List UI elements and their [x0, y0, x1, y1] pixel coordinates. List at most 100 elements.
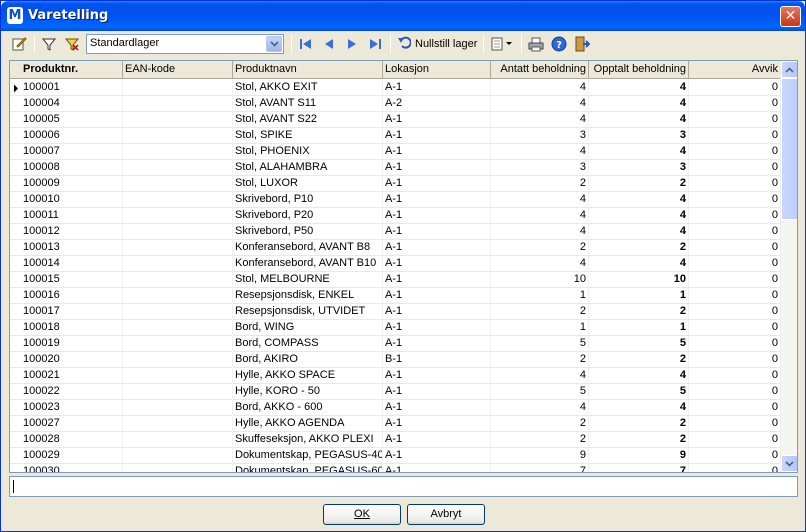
cell-ean[interactable]	[123, 464, 233, 472]
cell-deviation[interactable]: 0	[689, 176, 781, 192]
cell-product-no[interactable]: 100018	[21, 320, 123, 336]
cell-deviation[interactable]: 0	[689, 448, 781, 464]
cell-product-no[interactable]: 100020	[21, 352, 123, 368]
cell-ean[interactable]	[123, 288, 233, 304]
cell-location[interactable]: A-1	[383, 464, 491, 472]
warehouse-select[interactable]: Standardlager	[86, 33, 284, 54]
cell-counted-stock[interactable]: 5	[589, 384, 689, 400]
cell-location[interactable]: A-1	[383, 80, 491, 96]
cell-product-name[interactable]: Dokumentskap, PEGASUS-40	[233, 448, 383, 464]
cell-expected-stock[interactable]: 3	[491, 160, 589, 176]
first-record-icon[interactable]	[295, 33, 317, 55]
cell-expected-stock[interactable]: 2	[491, 240, 589, 256]
cell-deviation[interactable]: 0	[689, 336, 781, 352]
cell-deviation[interactable]: 0	[689, 144, 781, 160]
cell-deviation[interactable]: 0	[689, 352, 781, 368]
cell-location[interactable]: A-1	[383, 240, 491, 256]
close-button[interactable]: ✕	[780, 6, 801, 27]
cell-product-no[interactable]: 100023	[21, 400, 123, 416]
cell-expected-stock[interactable]: 9	[491, 448, 589, 464]
cell-counted-stock[interactable]: 5	[589, 336, 689, 352]
cell-ean[interactable]	[123, 96, 233, 112]
cell-ean[interactable]	[123, 240, 233, 256]
cell-deviation[interactable]: 0	[689, 208, 781, 224]
cell-ean[interactable]	[123, 192, 233, 208]
cell-expected-stock[interactable]: 4	[491, 208, 589, 224]
cell-product-name[interactable]: Stol, AVANT S11	[233, 96, 383, 112]
cell-deviation[interactable]: 0	[689, 368, 781, 384]
cell-product-name[interactable]: Hylle, KORO - 50	[233, 384, 383, 400]
cell-location[interactable]: A-1	[383, 112, 491, 128]
cell-counted-stock[interactable]: 4	[589, 208, 689, 224]
table-row[interactable]: 100006 Stol, SPIKE A-1 3 3 0	[10, 128, 781, 144]
table-row[interactable]: 100021 Hylle, AKKO SPACE A-1 4 4 0	[10, 368, 781, 384]
cell-product-name[interactable]: Stol, ALAHAMBRA	[233, 160, 383, 176]
cell-deviation[interactable]: 0	[689, 288, 781, 304]
cell-ean[interactable]	[123, 224, 233, 240]
cell-product-no[interactable]: 100021	[21, 368, 123, 384]
cell-location[interactable]: A-1	[383, 400, 491, 416]
cell-counted-stock[interactable]: 3	[589, 128, 689, 144]
cell-location[interactable]: A-1	[383, 368, 491, 384]
cell-counted-stock[interactable]: 10	[589, 272, 689, 288]
cell-ean[interactable]	[123, 320, 233, 336]
cell-location[interactable]: A-1	[383, 144, 491, 160]
next-record-icon[interactable]	[341, 33, 363, 55]
cell-counted-stock[interactable]: 4	[589, 192, 689, 208]
table-row[interactable]: 100009 Stol, LUXOR A-1 2 2 0	[10, 176, 781, 192]
cell-counted-stock[interactable]: 4	[589, 224, 689, 240]
table-row[interactable]: 100012 Skrivebord, P50 A-1 4 4 0	[10, 224, 781, 240]
cell-counted-stock[interactable]: 2	[589, 352, 689, 368]
help-icon[interactable]: ?	[548, 33, 570, 55]
cell-expected-stock[interactable]: 10	[491, 272, 589, 288]
cell-expected-stock[interactable]: 4	[491, 80, 589, 96]
cell-product-no[interactable]: 100012	[21, 224, 123, 240]
cell-deviation[interactable]: 0	[689, 80, 781, 96]
table-row[interactable]: 100014 Konferansebord, AVANT B10 A-1 4 4 0	[10, 256, 781, 272]
cell-ean[interactable]	[123, 160, 233, 176]
table-row[interactable]: 100008 Stol, ALAHAMBRA A-1 3 3 0	[10, 160, 781, 176]
cell-counted-stock[interactable]: 9	[589, 448, 689, 464]
cell-deviation[interactable]: 0	[689, 384, 781, 400]
cell-expected-stock[interactable]: 7	[491, 464, 589, 472]
edit-icon[interactable]	[8, 33, 30, 55]
cell-ean[interactable]	[123, 384, 233, 400]
chevron-down-icon[interactable]	[266, 35, 282, 52]
cell-product-no[interactable]: 100010	[21, 192, 123, 208]
cell-counted-stock[interactable]: 2	[589, 432, 689, 448]
cell-location[interactable]: A-1	[383, 224, 491, 240]
cell-expected-stock[interactable]: 1	[491, 288, 589, 304]
cell-product-no[interactable]: 100017	[21, 304, 123, 320]
cell-location[interactable]: A-1	[383, 320, 491, 336]
cell-deviation[interactable]: 0	[689, 224, 781, 240]
cell-product-name[interactable]: Stol, PHOENIX	[233, 144, 383, 160]
cell-product-no[interactable]: 100007	[21, 144, 123, 160]
cell-ean[interactable]	[123, 432, 233, 448]
cell-expected-stock[interactable]: 3	[491, 128, 589, 144]
cell-counted-stock[interactable]: 1	[589, 288, 689, 304]
table-row[interactable]: 100016 Resepsjonsdisk, ENKEL A-1 1 1 0	[10, 288, 781, 304]
cell-deviation[interactable]: 0	[689, 128, 781, 144]
cell-ean[interactable]	[123, 272, 233, 288]
cell-product-no[interactable]: 100011	[21, 208, 123, 224]
cell-location[interactable]: A-1	[383, 304, 491, 320]
cell-ean[interactable]	[123, 144, 233, 160]
scroll-up-button[interactable]	[781, 61, 797, 78]
cell-location[interactable]: A-1	[383, 432, 491, 448]
cell-deviation[interactable]: 0	[689, 112, 781, 128]
cell-counted-stock[interactable]: 2	[589, 240, 689, 256]
cell-ean[interactable]	[123, 128, 233, 144]
document-icon[interactable]	[487, 33, 517, 55]
column-header-ean[interactable]: EAN-kode	[123, 61, 233, 79]
cell-location[interactable]: A-1	[383, 176, 491, 192]
cell-counted-stock[interactable]: 2	[589, 304, 689, 320]
cell-product-name[interactable]: Stol, AKKO EXIT	[233, 80, 383, 96]
cell-product-name[interactable]: Resepsjonsdisk, UTVIDET	[233, 304, 383, 320]
cell-product-name[interactable]: Bord, AKIRO	[233, 352, 383, 368]
prev-record-icon[interactable]	[318, 33, 340, 55]
cell-product-name[interactable]: Bord, COMPASS	[233, 336, 383, 352]
table-row[interactable]: 100030 Dokumentskap, PEGASUS-60 A-1 7 7 0	[10, 464, 781, 472]
cell-product-no[interactable]: 100013	[21, 240, 123, 256]
cell-ean[interactable]	[123, 416, 233, 432]
cell-product-name[interactable]: Konferansebord, AVANT B8	[233, 240, 383, 256]
